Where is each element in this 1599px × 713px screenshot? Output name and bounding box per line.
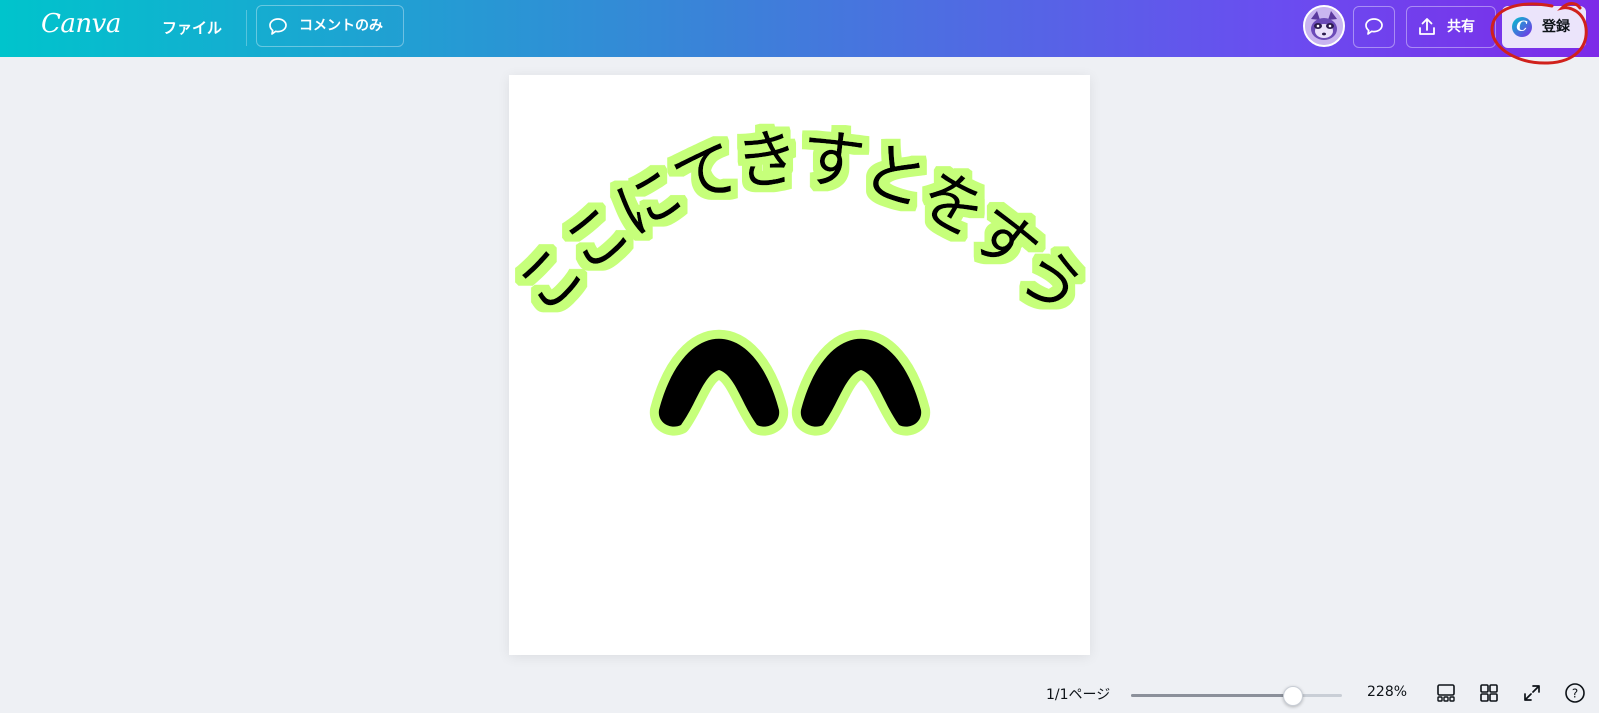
zoom-slider[interactable] — [1131, 686, 1342, 706]
zoom-slider-thumb[interactable] — [1283, 686, 1304, 706]
zoom-slider-fill — [1131, 694, 1294, 697]
comments-button[interactable] — [1353, 6, 1395, 48]
canva-c-icon: C — [1512, 17, 1532, 37]
double-caret-shape[interactable] — [649, 329, 931, 436]
user-avatar[interactable] — [1303, 5, 1345, 47]
help-glyph: ? — [1572, 687, 1578, 701]
editor-footer: 1/1ページ 228% ? — [0, 670, 1599, 713]
comment-mode-button[interactable]: コメントのみ — [256, 5, 404, 47]
curved-text[interactable]: ここにてきすとをすう — [509, 121, 1090, 329]
fullscreen-icon[interactable] — [1521, 682, 1543, 704]
comment-mode-label: コメントのみ — [299, 18, 383, 34]
speech-bubble-icon — [267, 16, 289, 42]
zoom-percentage[interactable]: 228% — [1367, 684, 1407, 700]
grid-view-icon[interactable] — [1478, 682, 1500, 704]
share-button[interactable]: 共有 — [1406, 6, 1496, 48]
top-bar: Canva ファイル コメントのみ 共有 C 登録 — [0, 0, 1599, 57]
speech-bubble-icon — [1363, 16, 1385, 42]
canva-logo[interactable]: Canva — [41, 9, 121, 39]
upload-share-icon — [1416, 16, 1438, 42]
divider — [246, 10, 247, 46]
raccoon-avatar-icon — [1305, 7, 1343, 45]
design-artwork: ここにてきすとをすう — [509, 121, 1090, 436]
page-indicator[interactable]: 1/1ページ — [1046, 684, 1110, 704]
help-icon[interactable]: ? — [1564, 682, 1586, 704]
design-canvas[interactable]: ここにてきすとをすう — [509, 75, 1090, 655]
page-thumbnails-icon[interactable] — [1435, 682, 1457, 704]
file-menu-button[interactable]: ファイル — [150, 12, 234, 44]
signup-label: 登録 — [1542, 19, 1570, 35]
signup-button[interactable]: C 登録 — [1502, 6, 1586, 48]
share-label: 共有 — [1447, 19, 1475, 35]
